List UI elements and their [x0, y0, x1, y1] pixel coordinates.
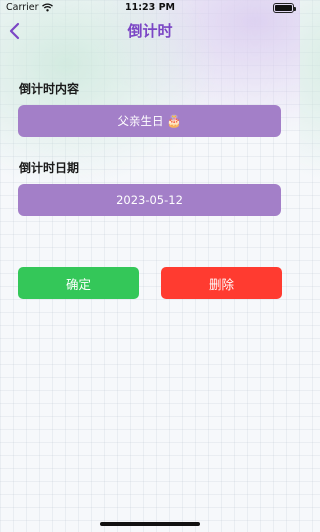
cake-icon: 🎂 [166, 114, 182, 128]
confirm-label: 确定 [65, 276, 91, 292]
date-field[interactable]: 2023-05-12 [18, 184, 281, 216]
content-field[interactable]: 父亲生日 🎂 [18, 105, 281, 137]
status-bar: Carrier 11:23 PM [0, 0, 300, 16]
date-value: 2023-05-12 [116, 193, 183, 207]
page-title: 倒计时 [127, 22, 173, 40]
battery-icon [273, 3, 296, 13]
delete-label: 删除 [208, 276, 234, 292]
content-value: 父亲生日 [117, 114, 164, 128]
home-indicator [100, 522, 200, 526]
nav-bar: 倒计时 [0, 16, 300, 46]
battery-tip [294, 6, 296, 11]
date-label: 倒计时日期 [19, 161, 80, 175]
confirm-button[interactable]: 确定 [18, 267, 139, 299]
content-label: 倒计时内容 [19, 82, 80, 96]
delete-button[interactable]: 删除 [161, 267, 282, 299]
status-time: 11:23 PM [125, 2, 175, 13]
battery-fill [275, 5, 292, 11]
